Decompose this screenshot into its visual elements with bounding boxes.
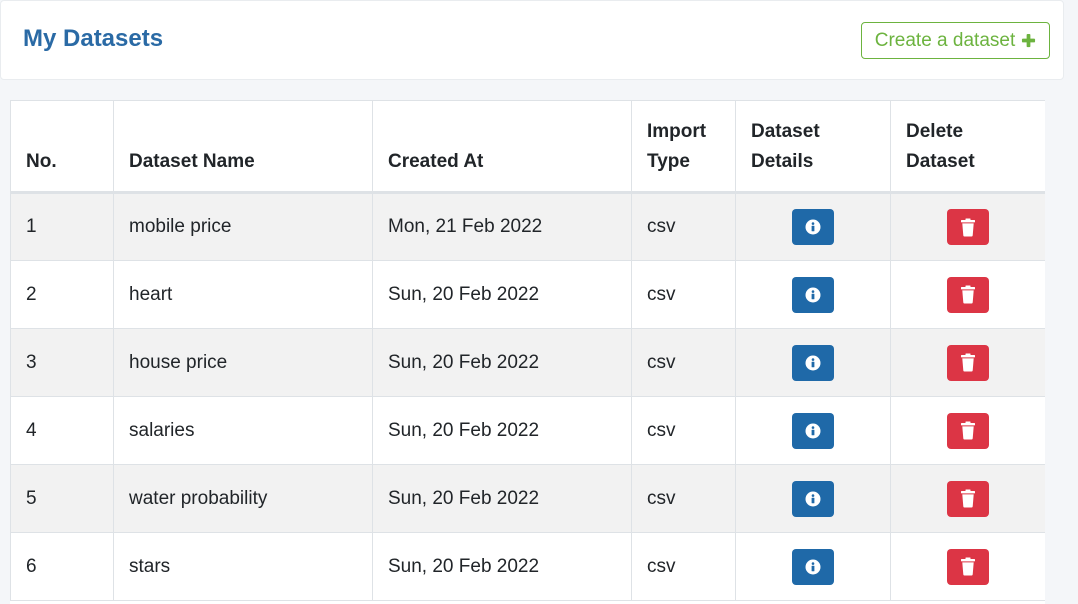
info-icon — [805, 423, 821, 438]
create-dataset-label: Create a dataset — [874, 29, 1016, 51]
cell-import-type: csv — [631, 260, 736, 329]
cell-no: 6 — [10, 532, 114, 601]
delete-dataset-button[interactable] — [947, 209, 989, 245]
dataset-details-button[interactable] — [792, 480, 834, 517]
cell-delete-dataset — [890, 328, 1045, 397]
trash-icon — [961, 285, 975, 304]
cell-dataset-name: mobile price — [113, 192, 373, 261]
page-title: My Datasets — [23, 25, 164, 52]
column-header-delete-dataset: Delete Dataset — [890, 100, 1045, 194]
cell-delete-dataset — [890, 532, 1045, 601]
info-icon — [805, 491, 821, 506]
delete-dataset-button[interactable] — [947, 480, 989, 517]
cell-dataset-name: heart — [113, 260, 373, 329]
table-row: 6 stars Sun, 20 Feb 2022 csv — [10, 532, 1045, 601]
table-row: 5 water probability Sun, 20 Feb 2022 csv — [10, 464, 1045, 533]
cell-dataset-name: stars — [113, 532, 373, 601]
cell-dataset-details — [735, 396, 891, 465]
column-header-no: No. — [10, 100, 114, 194]
delete-dataset-button[interactable] — [947, 344, 989, 381]
table-row: 2 heart Sun, 20 Feb 2022 csv — [10, 260, 1045, 329]
table-row: 1 mobile price Mon, 21 Feb 2022 csv — [10, 192, 1045, 261]
trash-icon — [961, 557, 975, 576]
cell-import-type: csv — [631, 464, 736, 533]
dataset-details-button[interactable] — [792, 412, 834, 449]
dataset-details-button[interactable] — [792, 548, 834, 585]
column-header-import-type: Import Type — [631, 100, 736, 194]
plus-icon — [1022, 33, 1036, 48]
dataset-details-button[interactable] — [792, 276, 834, 313]
page-header: My Datasets Create a dataset — [0, 0, 1064, 80]
table-row: 3 house price Sun, 20 Feb 2022 csv — [10, 328, 1045, 397]
cell-delete-dataset — [890, 260, 1045, 329]
cell-created-at: Sun, 20 Feb 2022 — [372, 532, 632, 601]
cell-dataset-name: salaries — [113, 396, 373, 465]
cell-created-at: Mon, 21 Feb 2022 — [372, 192, 632, 261]
table-header-row: No. Dataset Name Created At Import Type … — [10, 100, 1045, 194]
dataset-details-button[interactable] — [792, 344, 834, 381]
delete-dataset-button[interactable] — [947, 276, 989, 313]
cell-created-at: Sun, 20 Feb 2022 — [372, 396, 632, 465]
cell-import-type: csv — [631, 328, 736, 397]
cell-dataset-details — [735, 532, 891, 601]
column-header-dataset-details: Dataset Details — [735, 100, 891, 194]
info-icon — [805, 355, 821, 370]
table-row: 4 salaries Sun, 20 Feb 2022 csv — [10, 396, 1045, 465]
datasets-table: No. Dataset Name Created At Import Type … — [10, 100, 1045, 601]
cell-import-type: csv — [631, 532, 736, 601]
cell-delete-dataset — [890, 396, 1045, 465]
cell-dataset-name: water probability — [113, 464, 373, 533]
delete-dataset-button[interactable] — [947, 548, 989, 585]
cell-dataset-details — [735, 464, 891, 533]
trash-icon — [961, 353, 975, 372]
datasets-table-container: No. Dataset Name Created At Import Type … — [10, 100, 1045, 604]
cell-no: 3 — [10, 328, 114, 397]
cell-no: 1 — [10, 192, 114, 261]
column-header-dataset-name: Dataset Name — [113, 100, 373, 194]
cell-dataset-name: house price — [113, 328, 373, 397]
cell-no: 4 — [10, 396, 114, 465]
cell-dataset-details — [735, 192, 891, 261]
cell-created-at: Sun, 20 Feb 2022 — [372, 260, 632, 329]
info-icon — [805, 219, 821, 235]
trash-icon — [961, 489, 975, 508]
info-icon — [805, 287, 821, 302]
cell-delete-dataset — [890, 464, 1045, 533]
cell-delete-dataset — [890, 192, 1045, 261]
delete-dataset-button[interactable] — [947, 412, 989, 449]
create-dataset-button[interactable]: Create a dataset — [861, 22, 1050, 59]
column-header-created-at: Created At — [372, 100, 632, 194]
cell-import-type: csv — [631, 396, 736, 465]
cell-no: 2 — [10, 260, 114, 329]
cell-created-at: Sun, 20 Feb 2022 — [372, 464, 632, 533]
dataset-details-button[interactable] — [792, 209, 834, 245]
cell-no: 5 — [10, 464, 114, 533]
cell-dataset-details — [735, 260, 891, 329]
cell-created-at: Sun, 20 Feb 2022 — [372, 328, 632, 397]
trash-icon — [961, 218, 975, 236]
cell-dataset-details — [735, 328, 891, 397]
cell-import-type: csv — [631, 192, 736, 261]
info-icon — [805, 559, 821, 574]
trash-icon — [961, 421, 975, 440]
